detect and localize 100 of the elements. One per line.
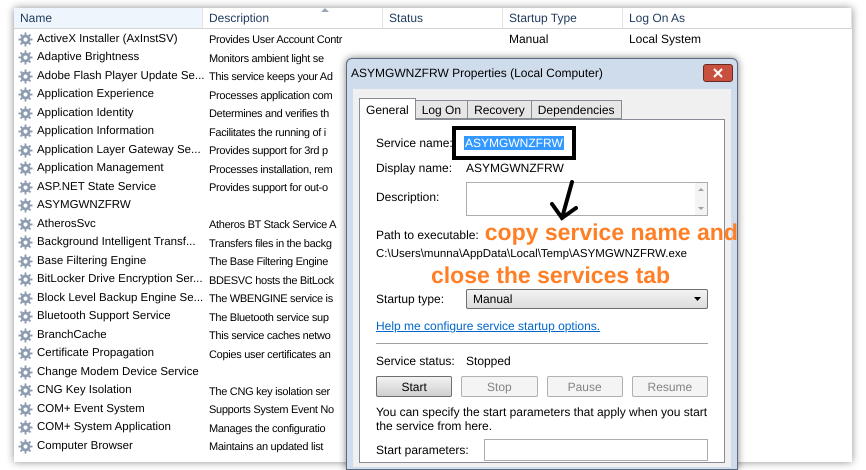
service-name[interactable]: Background Intelligent Transf... xyxy=(37,234,196,252)
gear-icon xyxy=(18,32,33,47)
column-header[interactable]: Startup Type xyxy=(503,8,623,28)
gear-icon xyxy=(18,254,33,269)
service-description: Supports System Event No xyxy=(209,404,334,416)
service-description: Provides support for 3rd p xyxy=(209,145,328,157)
gear-icon xyxy=(18,198,33,214)
startup-type-dropdown[interactable]: Manual xyxy=(466,289,708,310)
column-header[interactable]: Status xyxy=(383,8,503,28)
gear-icon xyxy=(18,383,33,398)
service-description: Manages the configuratio xyxy=(209,422,326,434)
service-name[interactable]: Computer Browser xyxy=(37,438,133,455)
service-name[interactable]: COM+ System Application xyxy=(37,419,171,436)
service-description: The Bluetooth service sup xyxy=(209,312,329,324)
service-description: Facilitates the running of i xyxy=(209,126,326,138)
service-name[interactable]: CNG Key Isolation xyxy=(37,382,132,400)
gear-icon xyxy=(18,328,33,343)
gear-icon xyxy=(18,272,33,288)
service-name[interactable]: AtherosSvc xyxy=(37,216,96,233)
service-name[interactable]: ActiveX Installer (AxInstSV) xyxy=(37,30,178,48)
service-name[interactable]: Change Modem Device Service xyxy=(37,364,199,381)
service-description: Provides support for out-o xyxy=(209,182,328,194)
close-icon xyxy=(713,68,723,78)
gear-icon xyxy=(18,309,33,324)
field-label: Start parameters: xyxy=(376,442,470,460)
gear-icon xyxy=(18,420,33,436)
gear-icon xyxy=(18,290,33,306)
gear-icon xyxy=(18,106,33,121)
field-label: Display name: xyxy=(376,160,454,177)
dropdown-arrow-icon xyxy=(694,297,701,302)
field-label: Service status: xyxy=(376,353,456,370)
tab[interactable]: Log On xyxy=(416,100,468,119)
close-button[interactable] xyxy=(703,64,733,82)
gear-icon xyxy=(18,402,33,417)
gear-icon xyxy=(18,180,33,195)
service-description: This service keeps your Ad xyxy=(209,71,333,83)
service-name[interactable]: Application Information xyxy=(37,123,154,140)
service-name[interactable]: Base Filtering Engine xyxy=(37,252,146,270)
display-name: ASYMGWNZFRW xyxy=(466,160,564,177)
tab[interactable]: Recovery xyxy=(468,100,532,119)
service-name[interactable]: Adobe Flash Player Update Se... xyxy=(37,68,204,85)
field-label: Service name: xyxy=(376,135,454,152)
gear-icon xyxy=(18,142,33,158)
service-description: Processes installation, rem xyxy=(209,164,332,176)
service-name[interactable]: Application Layer Gateway Se... xyxy=(37,142,201,159)
service-name[interactable]: Certificate Propagation xyxy=(37,345,154,362)
service-description: The WBENGINE service is xyxy=(209,293,333,305)
gear-icon xyxy=(18,124,33,140)
gear-icon xyxy=(18,50,33,66)
service-name[interactable]: BranchCache xyxy=(37,326,107,344)
service-description: Transfers files in the backg xyxy=(209,238,332,250)
service-description: Monitors ambient light se xyxy=(209,52,324,64)
gear-icon xyxy=(18,87,33,102)
service-description: Maintains an updated list xyxy=(209,441,324,453)
service-name[interactable]: BitLocker Drive Encryption Ser... xyxy=(37,271,203,288)
tab[interactable]: General xyxy=(359,98,416,120)
service-description: The CNG key isolation ser xyxy=(209,386,330,398)
dropdown-value: Manual xyxy=(473,291,512,308)
log-on-as: Local System xyxy=(629,32,702,46)
service-name[interactable]: Application Management xyxy=(37,160,164,178)
service-description: Copies user certificates an xyxy=(209,348,331,360)
service-name[interactable]: Application Identity xyxy=(37,104,134,122)
field-label: Description: xyxy=(376,189,440,206)
service-description: The Base Filtering Engine xyxy=(209,256,328,268)
annotation-text: close the services tab xyxy=(431,263,672,288)
path-value: C:\Users\munna\AppData\Local\Temp\ASYMGWNZFRW.exe xyxy=(376,247,688,262)
scrollbar-icon xyxy=(695,183,707,215)
gear-icon xyxy=(18,364,33,380)
service-description: This service caches netwo xyxy=(209,330,330,342)
gear-icon xyxy=(18,346,33,362)
service-name[interactable]: Application Experience xyxy=(37,86,154,104)
tab[interactable]: Dependencies xyxy=(532,100,622,119)
field-label: Startup type: xyxy=(376,291,446,308)
service-description: BDESVC hosts the BitLock xyxy=(209,274,334,286)
service-name[interactable]: COM+ Event System xyxy=(37,400,145,418)
column-header[interactable]: Name xyxy=(14,8,203,28)
gear-icon xyxy=(18,216,33,232)
service-description: Atheros BT Stack Service A xyxy=(209,219,336,231)
service-control-button[interactable]: Start xyxy=(376,376,452,398)
service-name[interactable]: ASYMGWNZFRW xyxy=(37,197,131,214)
column-header[interactable]: Log On As xyxy=(623,8,852,28)
help-link[interactable]: Help me configure service startup options. xyxy=(376,317,600,336)
service-name[interactable]: ASP.NET State Service xyxy=(37,178,156,196)
gear-icon xyxy=(18,161,33,176)
gear-icon xyxy=(18,438,33,454)
gear-icon xyxy=(18,68,33,84)
startup-type: Manual xyxy=(509,32,548,46)
gear-icon xyxy=(18,235,33,250)
service-name[interactable]: Adaptive Brightness xyxy=(37,49,140,66)
field-label: Path to executable: xyxy=(376,227,479,244)
service-name[interactable]: Bluetooth Support Service xyxy=(37,308,171,326)
service-name[interactable]: Block Level Backup Engine Se... xyxy=(37,290,204,307)
instruction-text: You can specify the start parameters that apply when you start the service from here. xyxy=(376,405,708,434)
service-status-value: Stopped xyxy=(466,353,511,370)
service-description: Provides User Account Contr xyxy=(209,34,342,46)
service-description: Processes application com xyxy=(209,90,332,102)
annotation-text: copy service name and xyxy=(484,220,738,244)
sort-caret-icon xyxy=(321,8,329,12)
start-parameters-field[interactable] xyxy=(484,439,708,462)
service-description: Determines and verifies th xyxy=(209,108,329,120)
